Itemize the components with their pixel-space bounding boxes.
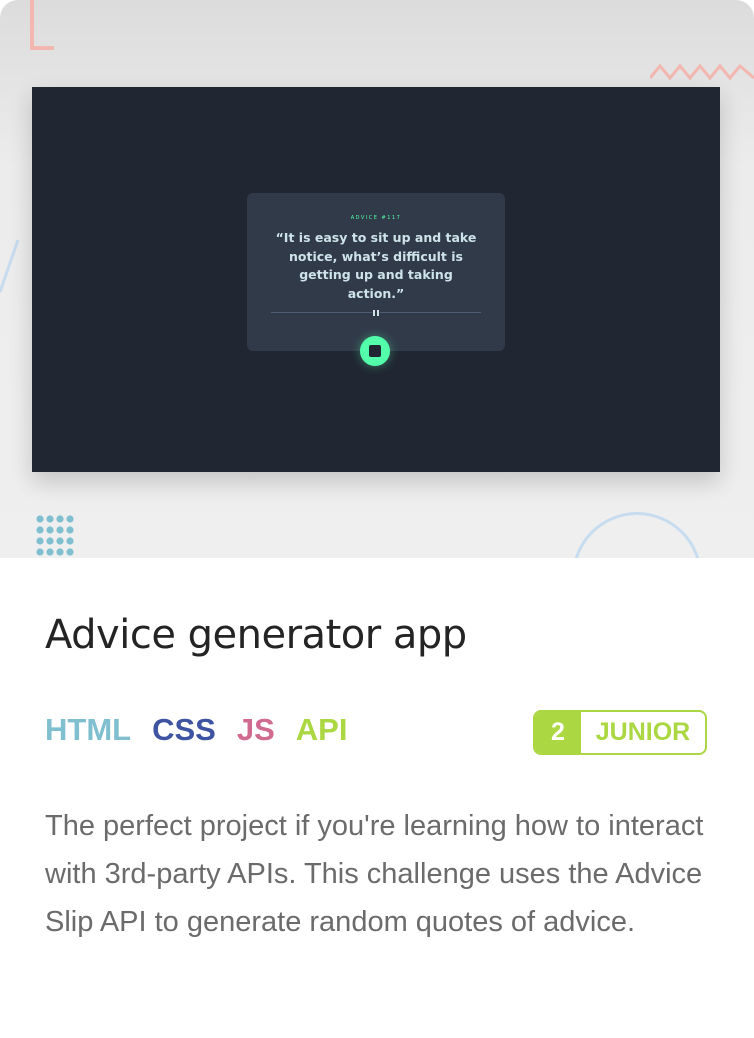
decorative-dot bbox=[46, 526, 54, 534]
decorative-dot bbox=[46, 548, 54, 556]
challenge-preview[interactable]: ADVICE #117 “It is easy to sit up and ta… bbox=[0, 0, 754, 558]
dice-button bbox=[360, 336, 390, 366]
decorative-dot bbox=[46, 537, 54, 545]
decorative-circle bbox=[572, 512, 702, 558]
advice-quote: “It is easy to sit up and take notice, w… bbox=[275, 230, 477, 301]
decorative-dot bbox=[36, 537, 44, 545]
tag-html: HTML bbox=[45, 712, 132, 747]
decorative-dot bbox=[66, 537, 74, 545]
decorative-dot bbox=[36, 515, 44, 523]
decorative-dot bbox=[56, 548, 64, 556]
dice-icon bbox=[369, 345, 381, 357]
challenge-title[interactable]: Advice generator app bbox=[45, 612, 467, 658]
decorative-dot bbox=[46, 515, 54, 523]
decorative-dot bbox=[56, 515, 64, 523]
decorative-dot bbox=[36, 548, 44, 556]
difficulty-label: JUNIOR bbox=[595, 718, 691, 746]
advice-number: ADVICE #117 bbox=[350, 215, 402, 221]
decorative-dot bbox=[66, 526, 74, 534]
language-tags: HTML CSS JS API bbox=[45, 712, 347, 748]
decorative-dot bbox=[66, 548, 74, 556]
decorative-dots bbox=[36, 515, 74, 556]
difficulty-level: 2 bbox=[535, 712, 581, 753]
decorative-zigzag bbox=[650, 63, 754, 81]
decorative-corner-shape bbox=[30, 0, 54, 50]
preview-screenshot: ADVICE #117 “It is easy to sit up and ta… bbox=[32, 87, 720, 472]
decorative-dot bbox=[36, 526, 44, 534]
difficulty-badge: 2 JUNIOR bbox=[533, 710, 707, 755]
decorative-dot bbox=[66, 515, 74, 523]
tag-api: API bbox=[295, 712, 348, 747]
challenge-description: The perfect project if you're learning h… bbox=[45, 810, 704, 938]
tag-css: CSS bbox=[152, 712, 216, 747]
decorative-dot bbox=[56, 526, 64, 534]
decorative-dot bbox=[56, 537, 64, 545]
tag-js: JS bbox=[236, 712, 275, 747]
pause-icon bbox=[372, 309, 380, 317]
challenge-card[interactable]: ADVICE #117 “It is easy to sit up and ta… bbox=[0, 0, 754, 1038]
advice-card: ADVICE #117 “It is easy to sit up and ta… bbox=[247, 193, 505, 366]
